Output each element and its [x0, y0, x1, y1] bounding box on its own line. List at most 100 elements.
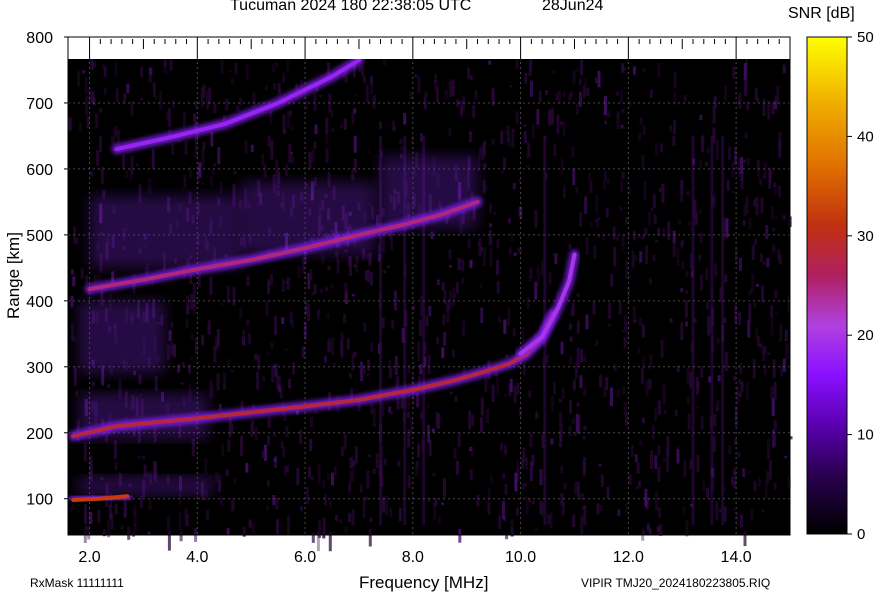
noise-speck — [287, 515, 290, 535]
noise-speck — [529, 80, 533, 97]
noise-speck — [488, 60, 492, 65]
noise-speck — [507, 138, 511, 147]
noise-speck — [399, 139, 403, 144]
noise-speck — [418, 319, 422, 336]
noise-speck — [583, 356, 587, 362]
noise-speck — [522, 363, 526, 376]
noise-speck — [615, 236, 619, 242]
noise-speck — [502, 473, 506, 479]
noise-speck — [585, 237, 589, 255]
noise-speck — [91, 91, 95, 104]
noise-speck — [562, 501, 565, 516]
noise-speck — [438, 516, 441, 524]
noise-speck — [427, 404, 431, 409]
noise-speck — [672, 230, 676, 244]
noise-speck — [317, 309, 321, 321]
noise-speck — [448, 265, 452, 268]
noise-speck — [753, 481, 757, 492]
noise-speck — [417, 341, 421, 361]
noise-speck — [283, 130, 287, 134]
noise-speck — [263, 164, 267, 177]
x-tick-label: 4.0 — [186, 549, 208, 566]
noise-speck — [285, 164, 288, 177]
noise-speck — [140, 66, 144, 78]
noise-speck — [132, 505, 136, 517]
noise-speck — [400, 146, 404, 150]
noise-speck — [650, 208, 654, 211]
noise-speck — [184, 141, 188, 156]
noise-speck — [281, 317, 285, 325]
noise-speck — [191, 438, 195, 457]
noise-speck — [715, 501, 719, 520]
noise-speck — [139, 496, 143, 509]
noise-speck — [777, 184, 781, 197]
noise-speck — [657, 467, 661, 482]
noise-speck — [625, 260, 629, 280]
noise-speck — [469, 74, 473, 81]
noise-speck — [431, 428, 435, 433]
noise-speck — [308, 151, 312, 169]
noise-speck — [514, 472, 518, 492]
noise-speck — [548, 271, 552, 285]
noise-speck — [639, 440, 643, 446]
noise-speck — [600, 474, 604, 487]
noise-speck — [523, 131, 527, 144]
noise-speck — [85, 275, 89, 285]
noise-speck — [452, 349, 455, 358]
noise-speck — [242, 336, 245, 346]
noise-speck — [217, 147, 221, 165]
noise-speck — [539, 469, 543, 486]
noise-speck — [190, 333, 194, 340]
noise-speck — [571, 417, 575, 424]
noise-speck — [443, 290, 447, 305]
noise-speck — [771, 103, 775, 114]
noise-speck — [639, 251, 643, 263]
noise-speck — [349, 470, 353, 483]
noise-speck — [526, 297, 530, 310]
noise-speck — [443, 332, 447, 346]
noise-speck — [383, 59, 387, 66]
noise-speck — [330, 110, 334, 118]
noise-speck — [125, 170, 129, 178]
noise-speck — [472, 105, 476, 118]
noise-speck — [513, 386, 517, 403]
noise-speck — [782, 64, 786, 74]
noise-speck — [355, 93, 359, 96]
noise-speck — [372, 408, 376, 427]
noise-speck — [348, 513, 351, 522]
noise-speck — [397, 460, 401, 467]
x-tick-label: 6.0 — [294, 549, 316, 566]
noise-speck — [140, 98, 144, 101]
noise-speck — [727, 146, 731, 160]
noise-speck — [220, 496, 223, 506]
noise-speck — [509, 85, 513, 88]
noise-speck — [594, 219, 598, 222]
noise-speck — [170, 342, 174, 356]
noise-speck — [772, 227, 776, 232]
noise-speck — [147, 531, 151, 535]
noise-speck — [673, 72, 677, 88]
noise-speck — [366, 270, 370, 283]
noise-speck — [469, 469, 473, 480]
noise-speck — [177, 364, 181, 373]
noise-speck — [713, 96, 717, 108]
noise-speck — [657, 63, 661, 78]
noise-speck — [103, 87, 107, 96]
noise-speck — [683, 459, 687, 478]
noise-speck — [751, 273, 755, 292]
noise-speck — [681, 261, 685, 270]
noise-speck — [469, 259, 473, 268]
noise-speck — [351, 294, 355, 297]
noise-speck — [680, 288, 684, 293]
noise-speck — [770, 386, 774, 400]
noise-speck — [503, 157, 506, 169]
noise-speck — [580, 59, 584, 76]
noise-speck — [562, 122, 566, 137]
noise-speck — [407, 475, 411, 488]
noise-speck — [597, 71, 601, 88]
noise-speck — [352, 459, 356, 467]
noise-speck — [292, 361, 295, 375]
noise-speck — [343, 433, 347, 450]
noise-speck — [744, 132, 748, 139]
noise-speck — [576, 104, 579, 115]
